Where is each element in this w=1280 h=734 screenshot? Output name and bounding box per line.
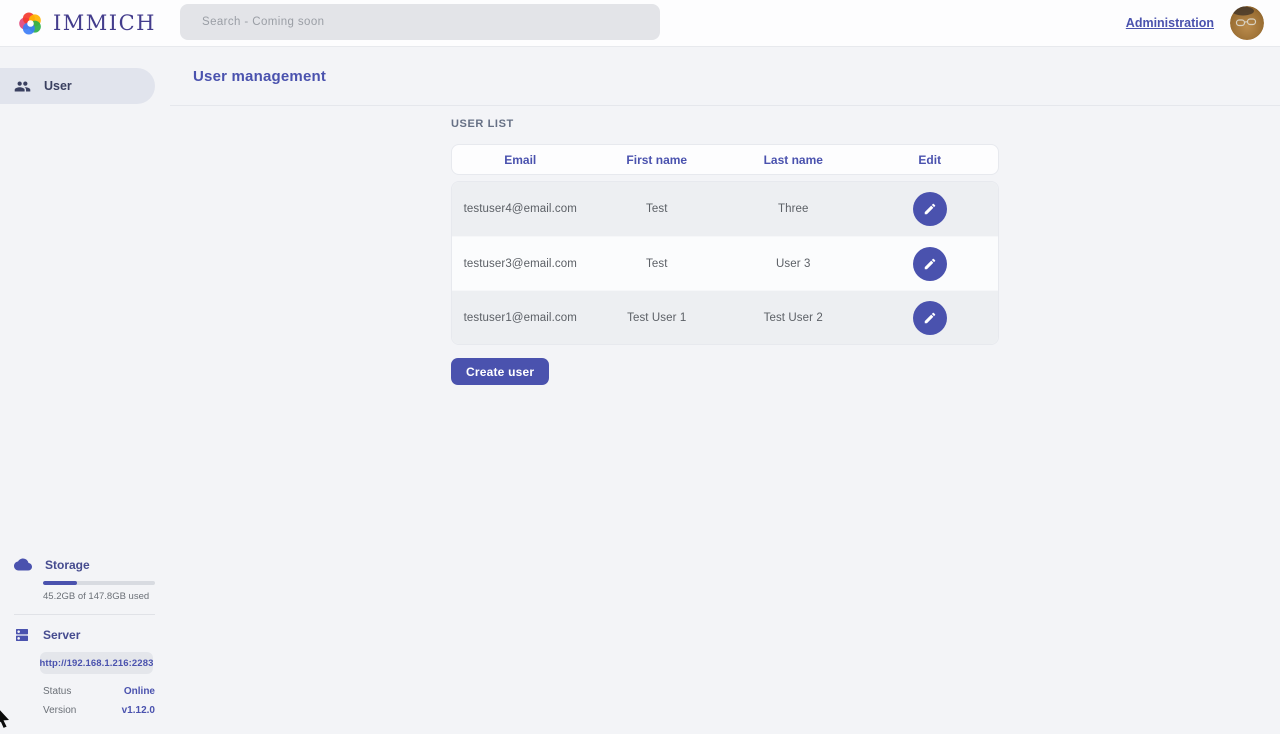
last-name-cell: Test User 2: [764, 312, 823, 324]
search-input[interactable]: [180, 4, 660, 40]
first-name-cell: Test User 1: [627, 312, 686, 324]
edit-user-button[interactable]: [913, 301, 947, 335]
page-header: User management: [170, 47, 1280, 106]
table-row: testuser1@email.com Test User 1 Test Use…: [452, 290, 998, 344]
status-label: Status: [43, 686, 71, 697]
status-value: Online: [124, 686, 155, 697]
storage-progress-bar: [43, 581, 155, 585]
storage-section-header: Storage: [0, 556, 155, 573]
server-section-header: Server: [0, 626, 155, 643]
email-cell: testuser4@email.com: [464, 203, 577, 215]
column-header-last-name: Last name: [764, 153, 823, 167]
first-name-cell: Test: [646, 203, 668, 215]
user-table: testuser4@email.com Test Three testuser3…: [451, 181, 999, 345]
pencil-icon: [923, 257, 937, 271]
administration-link[interactable]: Administration: [1126, 16, 1214, 30]
cloud-icon: [14, 558, 32, 571]
email-cell: testuser3@email.com: [464, 258, 577, 270]
app-body: User Storage 45.2GB of 147.8GB used: [0, 47, 1280, 730]
column-header-edit: Edit: [918, 153, 941, 167]
sidebar-footer: Storage 45.2GB of 147.8GB used Server ht…: [0, 556, 155, 716]
version-value: v1.12.0: [122, 705, 155, 716]
last-name-cell: Three: [778, 203, 809, 215]
immich-flower-icon: [17, 10, 44, 37]
sidebar-item-label: User: [44, 79, 72, 93]
edit-user-button[interactable]: [913, 192, 947, 226]
first-name-cell: Test: [646, 258, 668, 270]
page-title: User management: [193, 68, 326, 85]
people-icon: [14, 78, 31, 95]
create-user-button[interactable]: Create user: [451, 358, 549, 385]
sidebar-item-user[interactable]: User: [0, 68, 155, 104]
user-list-section: USER LIST Email First name Last name Edi…: [451, 106, 999, 385]
server-icon: [14, 627, 30, 643]
pencil-icon: [923, 311, 937, 325]
version-label: Version: [43, 705, 76, 716]
avatar-photo-icon: [1230, 6, 1264, 40]
storage-title: Storage: [45, 558, 90, 572]
table-header-row: Email First name Last name Edit: [451, 144, 999, 175]
server-title: Server: [43, 628, 80, 642]
storage-progress-fill: [43, 581, 77, 585]
pencil-icon: [923, 202, 937, 216]
brand-wordmark: IMMICH: [53, 13, 156, 34]
column-header-first-name: First name: [626, 153, 687, 167]
column-header-email: Email: [504, 153, 536, 167]
section-title: USER LIST: [451, 118, 999, 130]
topbar-right: Administration: [1126, 6, 1280, 40]
sidebar: User Storage 45.2GB of 147.8GB used: [0, 47, 170, 730]
table-row: testuser4@email.com Test Three: [452, 182, 998, 236]
last-name-cell: User 3: [776, 258, 810, 270]
edit-user-button[interactable]: [913, 247, 947, 281]
server-url-badge: http://192.168.1.216:2283: [40, 652, 153, 674]
table-row: testuser3@email.com Test User 3: [452, 236, 998, 290]
server-version-row: Version v1.12.0: [43, 705, 155, 716]
storage-usage-text: 45.2GB of 147.8GB used: [43, 591, 155, 602]
topbar: IMMICH Administration: [0, 0, 1280, 47]
main-panel: User management USER LIST Email First na…: [170, 47, 1280, 730]
user-avatar[interactable]: [1230, 6, 1264, 40]
server-status-row: Status Online: [43, 686, 155, 697]
sidebar-divider: [14, 614, 155, 615]
app-logo[interactable]: IMMICH: [0, 10, 156, 37]
email-cell: testuser1@email.com: [464, 312, 577, 324]
